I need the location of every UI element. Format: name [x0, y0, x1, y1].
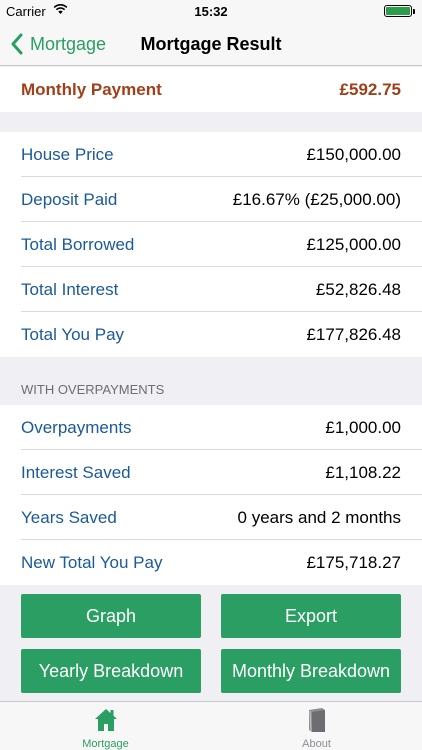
row-label: Total Interest [21, 280, 119, 299]
book-icon [308, 708, 325, 732]
row-value: 0 years and 2 months [237, 508, 401, 527]
battery-icon [384, 5, 415, 17]
graph-button[interactable]: Graph [21, 594, 201, 638]
row-value: £16.67% (£25,000.00) [232, 190, 401, 209]
tab-about[interactable]: About [211, 702, 422, 750]
overpayment-row-interest-saved: Interest Saved £1,108.22 [0, 450, 422, 495]
overpayment-row-new-total: New Total You Pay £175,718.27 [0, 540, 422, 585]
monthly-payment-label: Monthly Payment [21, 80, 162, 99]
row-label: Deposit Paid [21, 190, 118, 209]
summary-row-house-price: House Price £150,000.00 [0, 132, 422, 177]
navigation-bar: Mortgage Mortgage Result [0, 22, 422, 66]
row-label: Interest Saved [21, 463, 131, 482]
status-time: 15:32 [194, 4, 228, 19]
row-label: Total You Pay [21, 325, 125, 344]
back-button[interactable]: Mortgage [10, 32, 106, 56]
row-label: New Total You Pay [21, 553, 163, 572]
yearly-breakdown-button[interactable]: Yearly Breakdown [21, 649, 201, 693]
monthly-payment-row: Monthly Payment £592.75 [0, 67, 422, 112]
status-bar: Carrier 15:32 [0, 0, 422, 22]
chevron-left-icon [11, 33, 23, 55]
export-button[interactable]: Export [221, 594, 401, 638]
row-value: £175,718.27 [306, 553, 401, 572]
summary-row-total-interest: Total Interest £52,826.48 [0, 267, 422, 312]
row-value: £125,000.00 [306, 235, 401, 254]
row-label: Total Borrowed [21, 235, 135, 254]
row-label: House Price [21, 145, 114, 164]
home-icon [94, 709, 117, 731]
tab-label: Mortgage [82, 738, 129, 750]
row-value: £1,000.00 [325, 418, 401, 437]
summary-row-total-you-pay: Total You Pay £177,826.48 [0, 312, 422, 357]
row-label: Years Saved [21, 508, 117, 527]
section-header-overpayments: WITH OVERPAYMENTS [21, 382, 165, 397]
monthly-payment-value: £592.75 [339, 80, 401, 99]
monthly-breakdown-button[interactable]: Monthly Breakdown [221, 649, 401, 693]
row-value: £52,826.48 [315, 280, 401, 299]
overpayment-row-years-saved: Years Saved 0 years and 2 months [0, 495, 422, 540]
row-value: £1,108.22 [325, 463, 401, 482]
row-label: Overpayments [21, 418, 132, 437]
summary-row-total-borrowed: Total Borrowed £125,000.00 [0, 222, 422, 267]
row-value: £177,826.48 [306, 325, 401, 344]
summary-row-deposit-paid: Deposit Paid £16.67% (£25,000.00) [0, 177, 422, 222]
tab-label: About [302, 738, 331, 750]
row-value: £150,000.00 [306, 145, 401, 164]
back-button-label: Mortgage [30, 33, 107, 54]
overpayment-row-overpayments: Overpayments £1,000.00 [0, 405, 422, 450]
tab-bar: Mortgage About [0, 701, 422, 750]
tab-mortgage[interactable]: Mortgage [0, 702, 211, 750]
